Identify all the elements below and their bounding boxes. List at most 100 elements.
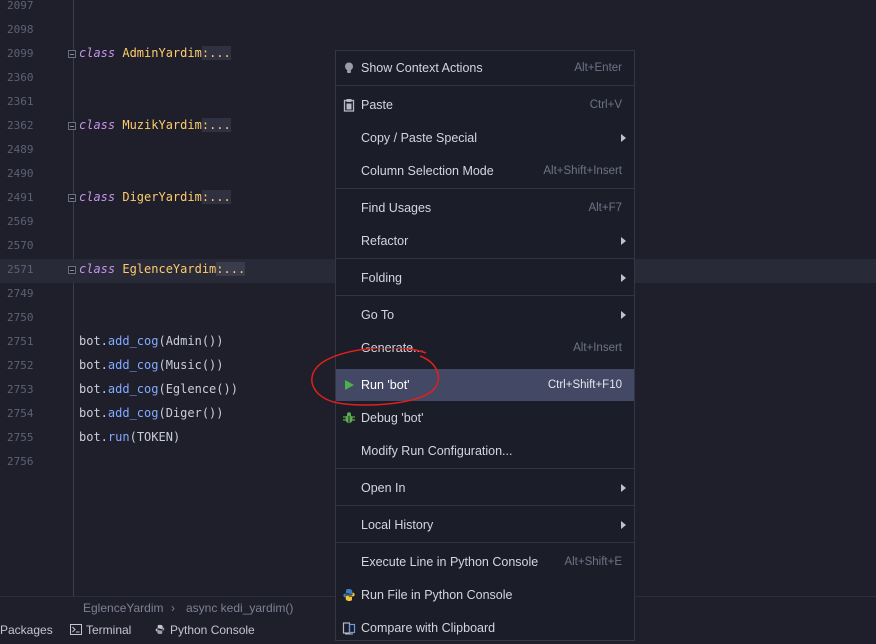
menu-item-generate[interactable]: Generate... Alt+Insert xyxy=(336,332,634,364)
python-console-label: Python Console xyxy=(170,623,255,637)
clipboard-icon xyxy=(343,99,355,112)
menu-separator xyxy=(336,505,634,506)
menu-separator xyxy=(336,188,634,189)
code-text: class DigerYardim:... xyxy=(79,190,231,204)
tool-window-packages[interactable]: Packages xyxy=(0,623,53,637)
code-line[interactable]: 2098 xyxy=(0,19,876,43)
menu-item-label: Generate... xyxy=(361,341,424,355)
code-line[interactable]: 2097 xyxy=(0,0,876,19)
menu-separator xyxy=(336,542,634,543)
line-number: 2751 xyxy=(7,335,34,348)
menu-item-go-to[interactable]: Go To xyxy=(336,299,634,331)
menu-item-label: Copy / Paste Special xyxy=(361,131,478,145)
menu-item-label: Paste xyxy=(361,98,393,112)
debug-icon xyxy=(343,412,355,424)
menu-item-shortcut: Alt+F7 xyxy=(588,202,622,214)
line-number: 2756 xyxy=(7,455,34,468)
menu-item-label: Compare with Clipboard xyxy=(361,621,496,635)
code-text: class AdminYardim:... xyxy=(79,46,231,60)
menu-item-local-history[interactable]: Local History xyxy=(336,509,634,541)
breadcrumb-item-class[interactable]: EglenceYardim xyxy=(83,601,163,615)
line-number: 2570 xyxy=(7,239,34,252)
fold-toggle-icon[interactable] xyxy=(68,50,76,58)
line-number: 2361 xyxy=(7,95,34,108)
collapsed-region[interactable]: :... xyxy=(201,118,231,132)
menu-item-shortcut: Alt+Enter xyxy=(574,62,622,74)
python-icon xyxy=(343,589,355,601)
menu-item-shortcut: Alt+Insert xyxy=(573,342,622,354)
fold-toggle-icon[interactable] xyxy=(68,122,76,130)
submenu-arrow-icon xyxy=(621,311,626,319)
breadcrumb-item-method[interactable]: async kedi_yardim() xyxy=(186,601,293,615)
menu-item-label: Modify Run Configuration... xyxy=(361,444,513,458)
code-text: bot.add_cog(Music()) xyxy=(79,358,224,372)
menu-item-label: Refactor xyxy=(361,234,409,248)
code-text: class EglenceYardim:... xyxy=(79,262,246,276)
line-number: 2755 xyxy=(7,431,34,444)
menu-item-label: Show Context Actions xyxy=(361,61,483,75)
line-number: 2490 xyxy=(7,167,34,180)
submenu-arrow-icon xyxy=(621,134,626,142)
run-icon xyxy=(345,380,354,390)
menu-item-execute-line-python-console[interactable]: Execute Line in Python Console Alt+Shift… xyxy=(336,546,634,578)
line-number: 2362 xyxy=(7,119,34,132)
menu-item-label: Local History xyxy=(361,518,434,532)
collapsed-region[interactable]: :... xyxy=(201,190,231,204)
menu-item-shortcut: Alt+Shift+Insert xyxy=(543,165,622,177)
tool-window-terminal[interactable]: Terminal xyxy=(70,623,131,637)
line-number: 2489 xyxy=(7,143,34,156)
compare-icon xyxy=(342,622,356,635)
breadcrumb-separator: › xyxy=(171,601,175,615)
menu-item-copy-paste-special[interactable]: Copy / Paste Special xyxy=(336,122,634,154)
menu-item-compare-with-clipboard[interactable]: Compare with Clipboard xyxy=(336,612,634,644)
menu-item-find-usages[interactable]: Find Usages Alt+F7 xyxy=(336,192,634,224)
terminal-label: Terminal xyxy=(86,623,132,637)
submenu-arrow-icon xyxy=(621,237,626,245)
line-number: 2360 xyxy=(7,71,34,84)
packages-label: Packages xyxy=(0,623,53,637)
menu-item-label: Run File in Python Console xyxy=(361,588,513,602)
fold-toggle-icon[interactable] xyxy=(68,194,76,202)
line-number: 2752 xyxy=(7,359,34,372)
menu-item-show-context-actions[interactable]: Show Context Actions Alt+Enter xyxy=(336,52,634,84)
menu-item-label: Run 'bot' xyxy=(361,378,410,392)
line-number: 2099 xyxy=(7,47,34,60)
line-number: 2754 xyxy=(7,407,34,420)
menu-item-paste[interactable]: Paste Ctrl+V xyxy=(336,89,634,121)
line-number: 2753 xyxy=(7,383,34,396)
line-number: 2491 xyxy=(7,191,34,204)
menu-item-label: Execute Line in Python Console xyxy=(361,555,539,569)
menu-item-refactor[interactable]: Refactor xyxy=(336,225,634,257)
submenu-arrow-icon xyxy=(621,521,626,529)
line-number: 2750 xyxy=(7,311,34,324)
code-text: bot.add_cog(Admin()) xyxy=(79,334,224,348)
tool-window-python-console[interactable]: Python Console xyxy=(154,623,255,637)
menu-item-folding[interactable]: Folding xyxy=(336,262,634,294)
menu-item-shortcut: Ctrl+V xyxy=(589,99,622,111)
menu-separator xyxy=(336,295,634,296)
menu-item-label: Folding xyxy=(361,271,402,285)
menu-separator xyxy=(336,468,634,469)
line-number: 2098 xyxy=(7,23,34,36)
menu-separator xyxy=(336,258,634,259)
code-text: bot.add_cog(Eglence()) xyxy=(79,382,238,396)
code-text: bot.add_cog(Diger()) xyxy=(79,406,224,420)
menu-item-shortcut: Alt+Shift+E xyxy=(564,556,622,568)
menu-item-column-selection-mode[interactable]: Column Selection Mode Alt+Shift+Insert xyxy=(336,155,634,187)
menu-item-run-bot[interactable]: Run 'bot' Ctrl+Shift+F10 xyxy=(336,369,634,401)
collapsed-region[interactable]: :... xyxy=(201,46,231,60)
terminal-icon xyxy=(70,624,82,635)
menu-item-label: Open In xyxy=(361,481,406,495)
line-number: 2571 xyxy=(7,263,34,276)
code-text: class MuzikYardim:... xyxy=(79,118,231,132)
menu-item-open-in[interactable]: Open In xyxy=(336,472,634,504)
menu-item-label: Go To xyxy=(361,308,395,322)
menu-item-debug-bot[interactable]: Debug 'bot' xyxy=(336,402,634,434)
collapsed-region[interactable]: :... xyxy=(216,262,246,276)
line-number: 2569 xyxy=(7,215,34,228)
bulb-icon xyxy=(345,62,353,73)
menu-item-run-file-python-console[interactable]: Run File in Python Console xyxy=(336,579,634,611)
menu-item-label: Find Usages xyxy=(361,201,432,215)
menu-item-modify-run-configuration[interactable]: Modify Run Configuration... xyxy=(336,435,634,467)
fold-toggle-icon[interactable] xyxy=(68,266,76,274)
